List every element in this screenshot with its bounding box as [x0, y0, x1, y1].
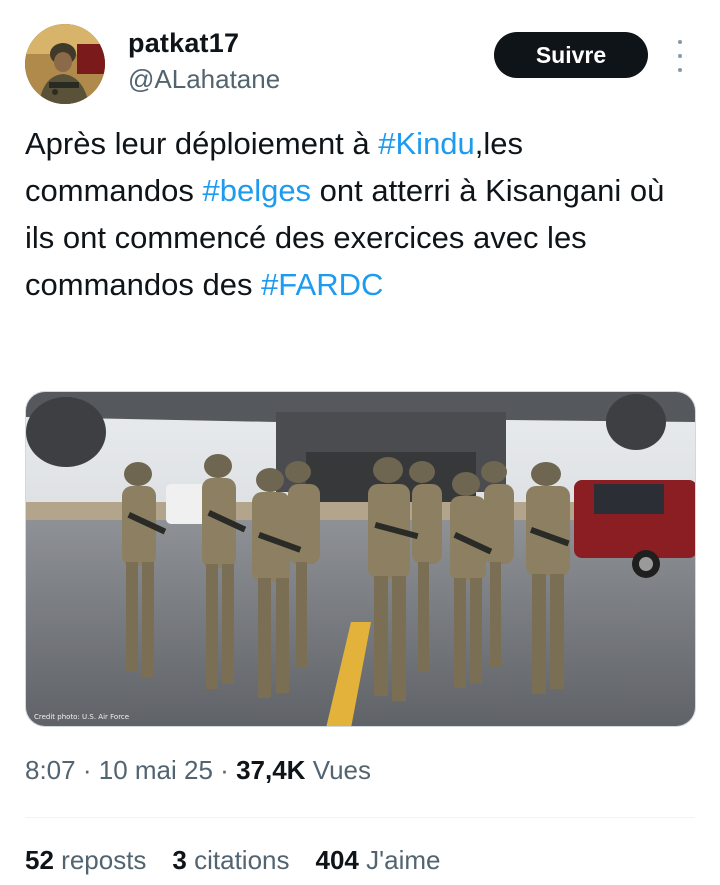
more-vertical-icon-dot	[678, 54, 682, 58]
likes-label: J'aime	[366, 845, 441, 875]
tweet-text-part: Après leur déploiement à	[25, 126, 379, 161]
meta-separator: ·	[82, 755, 92, 785]
tweet-date[interactable]: 10 mai 25	[99, 755, 213, 785]
tweet: patkat17 @ALahatane Suivre Après leur dé…	[0, 0, 720, 885]
reposts-count: 52	[25, 845, 54, 875]
photo-soldiers-icon	[26, 392, 695, 726]
views-label: Vues	[312, 755, 371, 785]
tweet-photo[interactable]: Credit photo: U.S. Air Force	[25, 391, 696, 727]
more-vertical-icon	[678, 40, 682, 44]
photo-credit: Credit photo: U.S. Air Force	[34, 713, 130, 721]
tweet-text: Après leur déploiement à #Kindu,les comm…	[25, 120, 685, 308]
tweet-time[interactable]: 8:07	[25, 755, 76, 785]
author-handle[interactable]: @ALahatane	[128, 64, 280, 95]
more-vertical-icon-dot	[678, 68, 682, 72]
engagement-stats: 52 reposts 3 citations 404 J'aime	[25, 845, 466, 876]
reposts-stat[interactable]: 52 reposts	[25, 845, 146, 876]
avatar[interactable]	[25, 24, 105, 104]
avatar-soldier-icon	[25, 24, 105, 104]
citations-label: citations	[194, 845, 290, 875]
hashtag-link-belges[interactable]: #belges	[202, 173, 311, 208]
hashtag-link-kindu[interactable]: #Kindu	[378, 126, 475, 161]
citations-stat[interactable]: 3 citations	[172, 845, 289, 876]
meta-separator: ·	[220, 755, 229, 785]
tweet-meta: 8:07 · 10 mai 25 · 37,4K Vues	[25, 755, 371, 786]
hashtag-link-fardc[interactable]: #FARDC	[261, 267, 383, 302]
more-options-button[interactable]	[670, 40, 690, 72]
reposts-label: reposts	[61, 845, 147, 875]
author-display-name[interactable]: patkat17	[128, 28, 239, 59]
views-count: 37,4K	[236, 755, 306, 785]
likes-stat[interactable]: 404 J'aime	[316, 845, 441, 876]
follow-button[interactable]: Suivre	[494, 32, 648, 78]
citations-count: 3	[172, 845, 187, 875]
divider	[25, 817, 695, 818]
likes-count: 404	[315, 845, 359, 875]
